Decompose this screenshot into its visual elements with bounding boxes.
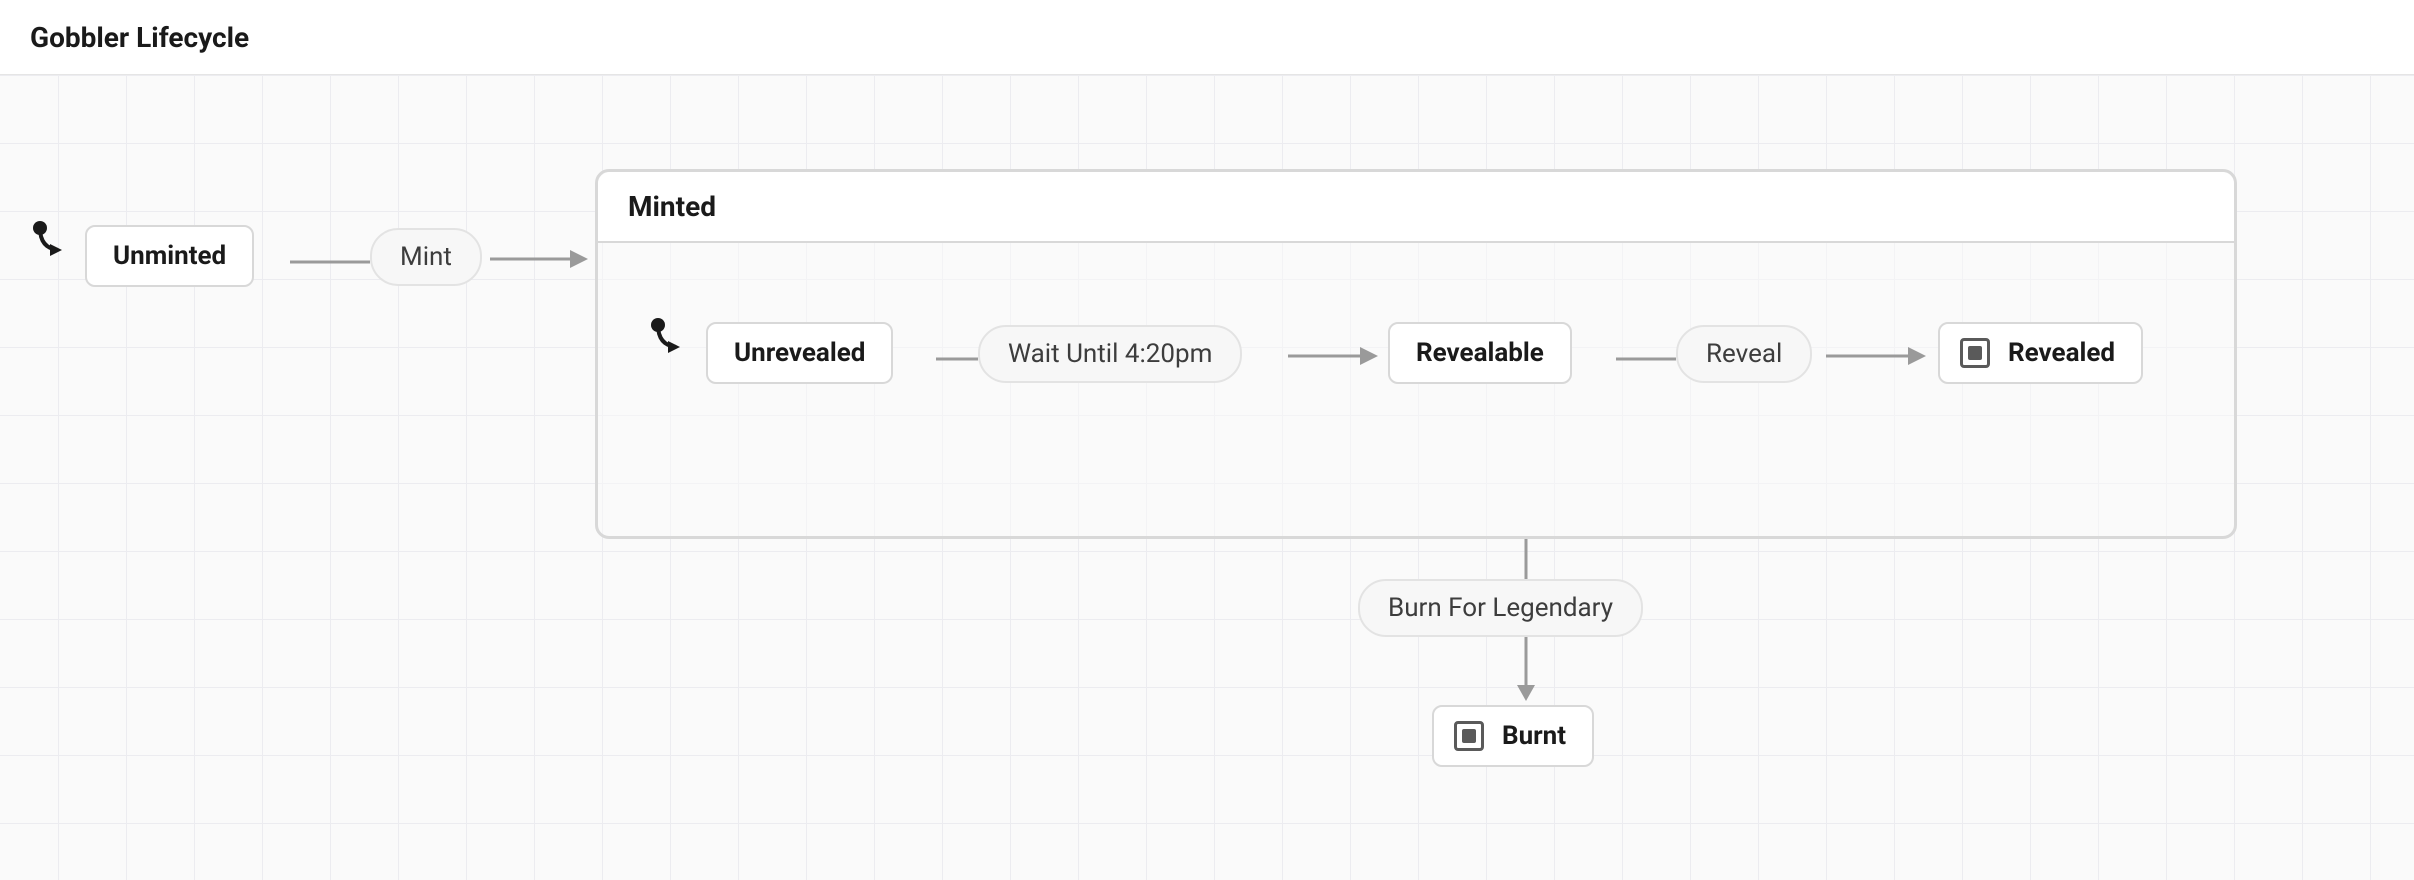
action-label: Reveal [1706, 339, 1782, 369]
page-title: Gobbler Lifecycle [30, 21, 249, 54]
arrow [1514, 637, 1538, 703]
action-label: Wait Until 4:20pm [1008, 339, 1212, 369]
arrow [1520, 539, 1532, 579]
state-revealed[interactable]: Revealed [1938, 322, 2143, 384]
arrow [490, 247, 590, 271]
state-label: Burnt [1502, 721, 1566, 751]
action-burn[interactable]: Burn For Legendary [1358, 579, 1643, 637]
action-reveal[interactable]: Reveal [1676, 325, 1812, 383]
arrow [1616, 350, 1676, 362]
final-state-icon [1454, 721, 1484, 751]
action-mint[interactable]: Mint [370, 228, 482, 286]
state-label: Unrevealed [734, 338, 865, 368]
header: Gobbler Lifecycle [0, 0, 2414, 75]
arrow [1826, 344, 1928, 368]
action-label: Mint [400, 242, 452, 272]
final-state-icon [1960, 338, 1990, 368]
initial-state-marker [30, 220, 70, 260]
compound-label: Minted [628, 190, 716, 223]
action-wait[interactable]: Wait Until 4:20pm [978, 325, 1242, 383]
state-burnt[interactable]: Burnt [1432, 705, 1594, 767]
action-label: Burn For Legendary [1388, 593, 1613, 623]
compound-minted[interactable]: Minted Unrevealed Wait Until 4:20pm [595, 169, 2237, 539]
state-unminted[interactable]: Unminted [85, 225, 254, 287]
state-label: Revealable [1416, 338, 1544, 368]
arrow [290, 253, 370, 265]
state-revealable[interactable]: Revealable [1388, 322, 1572, 384]
state-label: Revealed [2008, 338, 2115, 368]
state-label: Unminted [113, 241, 226, 271]
state-unrevealed[interactable]: Unrevealed [706, 322, 893, 384]
arrow [936, 350, 978, 362]
arrow [1288, 344, 1380, 368]
compound-header: Minted [598, 172, 2234, 243]
initial-state-marker [648, 317, 688, 357]
diagram-canvas[interactable]: Unminted Mint Minted [0, 75, 2414, 880]
